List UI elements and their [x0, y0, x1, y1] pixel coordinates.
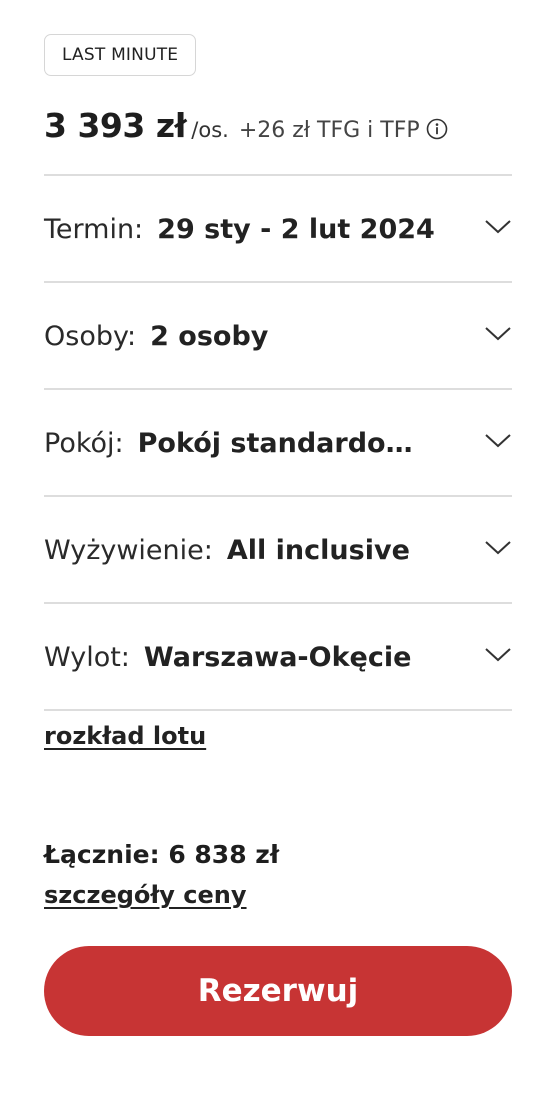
option-persons[interactable]: Osoby: 2 osoby — [44, 306, 512, 366]
divider — [44, 388, 512, 390]
info-icon[interactable] — [426, 118, 448, 140]
price-row: 3 393 zł /os. +26 zł TFG i TFP — [44, 106, 448, 152]
book-button[interactable]: Rezerwuj — [44, 946, 512, 1036]
option-term[interactable]: Termin: 29 sty - 2 lut 2024 — [44, 199, 512, 259]
option-board-label: Wyżywienie: — [44, 534, 213, 566]
option-persons-label: Osoby: — [44, 320, 137, 352]
price-unit: /os. — [191, 118, 229, 142]
option-departure-value: Warszawa-Okęcie — [143, 641, 412, 673]
option-board-value: All inclusive — [226, 534, 410, 566]
option-board[interactable]: Wyżywienie: All inclusive — [44, 520, 512, 580]
total-price: Łącznie: 6 838 zł — [44, 840, 280, 869]
option-term-value: 29 sty - 2 lut 2024 — [157, 213, 435, 245]
divider — [44, 281, 512, 283]
chevron-down-icon — [485, 327, 511, 341]
chevron-down-icon — [485, 434, 511, 448]
option-persons-value: 2 osoby — [150, 320, 269, 352]
price-extra-fees: +26 zł TFG i TFP — [238, 118, 420, 143]
chevron-down-icon — [485, 541, 511, 555]
option-room[interactable]: Pokój: Pokój standardowy (b... — [44, 413, 512, 473]
option-term-label: Termin: — [44, 213, 144, 245]
chevron-down-icon — [485, 648, 511, 662]
option-room-label: Pokój: — [44, 427, 124, 459]
chevron-down-icon — [485, 220, 511, 234]
option-departure-label: Wylot: — [44, 641, 130, 673]
divider — [44, 174, 512, 176]
price-amount: 3 393 zł — [44, 106, 187, 145]
divider — [44, 602, 512, 604]
price-details-link[interactable]: szczegóły ceny — [44, 881, 247, 909]
option-room-value: Pokój standardowy (b... — [137, 427, 428, 459]
flight-schedule-link[interactable]: rozkład lotu — [44, 722, 206, 750]
divider — [44, 495, 512, 497]
last-minute-badge: LAST MINUTE — [44, 34, 197, 76]
option-departure[interactable]: Wylot: Warszawa-Okęcie — [44, 627, 512, 687]
divider — [44, 709, 512, 711]
